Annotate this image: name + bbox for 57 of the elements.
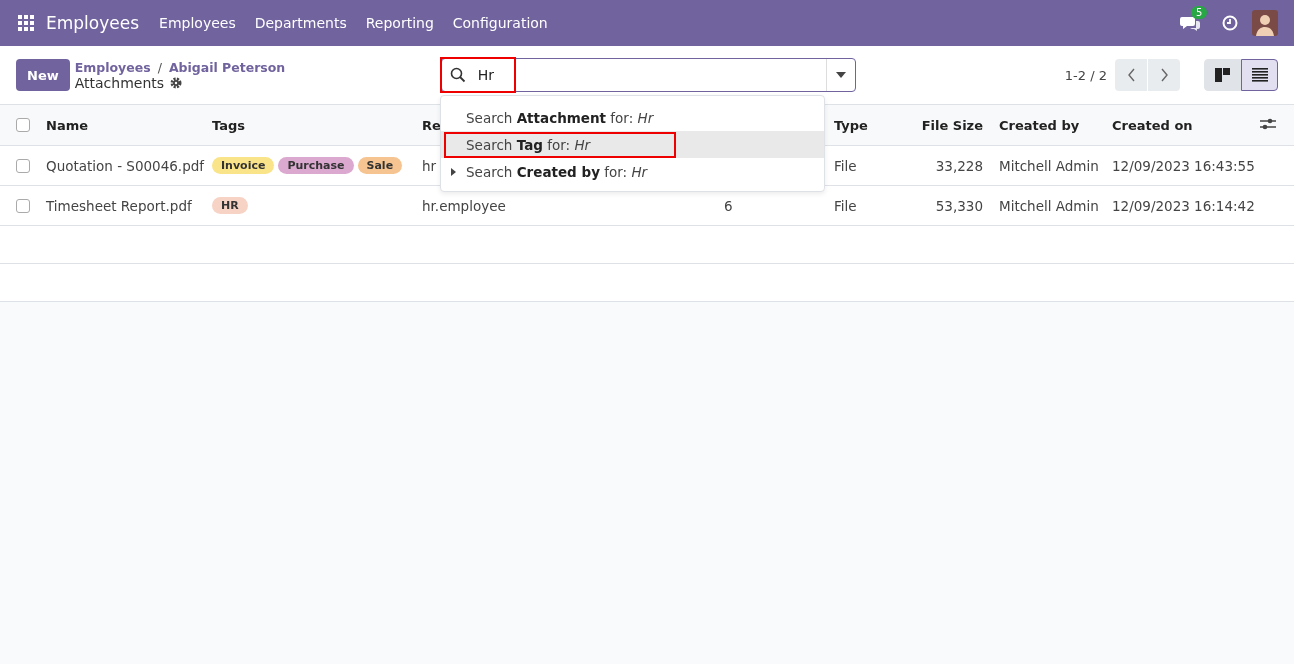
menu-item[interactable]: Employees [159, 15, 236, 31]
search-input[interactable]: Hr [475, 66, 826, 84]
new-button[interactable]: New [16, 59, 70, 91]
user-avatar-icon[interactable] [1252, 10, 1278, 36]
tag-badge: HR [212, 197, 248, 214]
column-header[interactable]: Name [46, 117, 88, 133]
row-checkbox[interactable] [16, 158, 30, 173]
column-header[interactable]: Created on [1112, 117, 1193, 133]
kanban-icon [1214, 67, 1231, 83]
column-settings-icon[interactable] [1260, 116, 1276, 131]
kanban-view-button[interactable] [1204, 59, 1241, 91]
breadcrumb-link[interactable]: Abigail Peterson [168, 59, 286, 75]
table-cell: 53,330 [935, 197, 983, 214]
tag-badge: Purchase [278, 157, 354, 174]
menu-item[interactable]: Reporting [365, 15, 434, 31]
column-header[interactable]: Created by [999, 117, 1080, 133]
table-cell: Mitchell Admin [999, 157, 1099, 174]
table-cell: 12/09/2023 16:43:55 [1112, 157, 1255, 174]
search-suggestion[interactable]: Search Attachment for: Hr [441, 104, 824, 131]
tag-badge: Sale [357, 157, 403, 174]
column-header[interactable]: Type [834, 117, 868, 133]
menu-item[interactable]: Configuration [452, 15, 548, 31]
table-cell: 12/09/2023 16:14:42 [1112, 197, 1255, 214]
breadcrumb-link[interactable]: Employees [74, 59, 151, 75]
table-cell: hr.employee [422, 197, 506, 214]
list-icon [1251, 68, 1268, 82]
select-all-checkbox[interactable] [16, 118, 30, 132]
caret-icon[interactable] [835, 72, 846, 78]
row-checkbox[interactable] [16, 198, 30, 213]
pager-value: 1-2 / 2 [1064, 67, 1107, 83]
breadcrumb-separator: / [157, 59, 162, 75]
column-header[interactable]: Tags [212, 117, 245, 133]
app-name[interactable]: Employees [46, 13, 140, 33]
table-cell: 6 [724, 197, 733, 214]
list-view-button[interactable] [1241, 59, 1278, 91]
clock-icon[interactable] [1222, 15, 1238, 31]
search-suggestion[interactable]: Search Tag for: Hr [441, 131, 824, 158]
menu-item[interactable]: Departments [254, 15, 347, 31]
apps-menu-icon[interactable] [18, 15, 34, 31]
gear-icon[interactable] [170, 76, 183, 89]
search-field[interactable]: Hr [440, 58, 856, 92]
message-count-badge: 5 [1191, 6, 1208, 19]
table-cell: Quotation - S00046.pdf [46, 157, 205, 174]
page-title: Attachments [74, 74, 165, 91]
table-cell: 33,228 [935, 157, 983, 174]
table-cell: hr [422, 157, 437, 174]
table-cell: Timesheet Report.pdf [46, 197, 192, 214]
column-header[interactable]: File Size [921, 117, 983, 133]
table-cell: File [834, 157, 857, 174]
search-suggestion[interactable]: Search Created by for: Hr [441, 158, 824, 185]
tag-badge: Invoice [212, 157, 275, 174]
chat-icon[interactable] [1180, 15, 1200, 31]
table-cell: File [834, 197, 857, 214]
search-icon [449, 67, 466, 83]
column-header[interactable]: Re [422, 117, 441, 133]
table-cell: Mitchell Admin [999, 197, 1099, 214]
expand-caret-icon[interactable] [451, 168, 456, 176]
